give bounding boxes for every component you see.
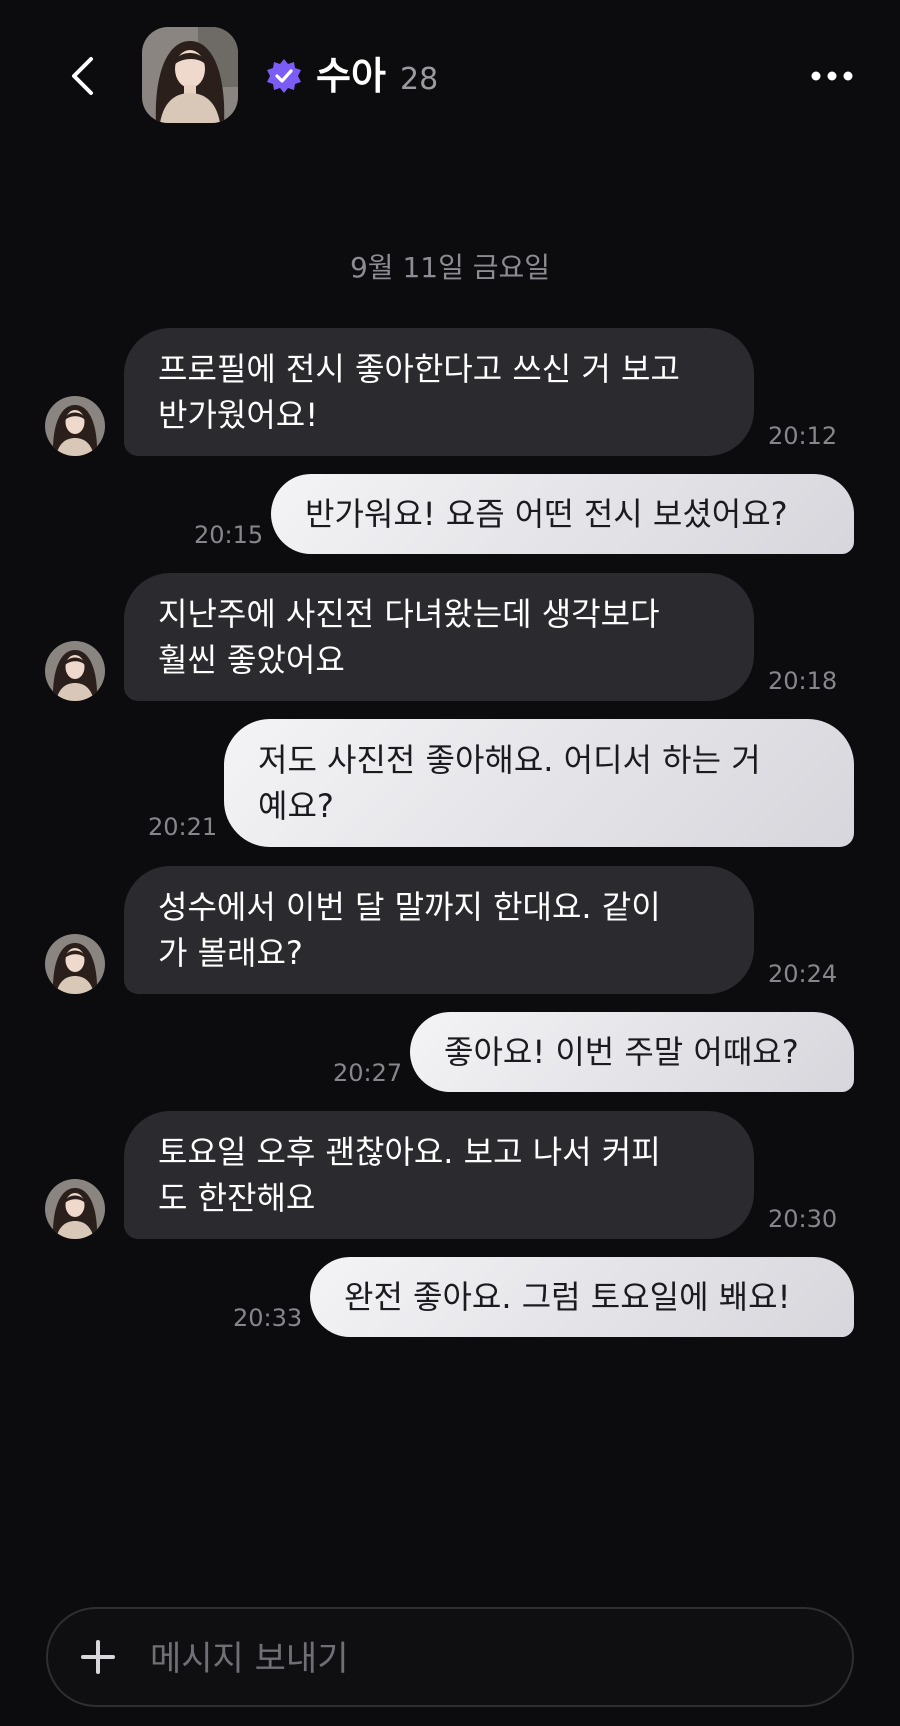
message-time: 20:21 (148, 813, 218, 841)
message-composer (46, 1607, 854, 1707)
plus-icon (81, 1640, 115, 1674)
more-options-button[interactable] (800, 56, 864, 96)
message-bubble[interactable]: 프로필에 전시 좋아한다고 쓰신 거 보고 반가웠어요! (124, 328, 754, 456)
more-horizontal-icon (811, 71, 853, 81)
message-time: 20:33 (233, 1304, 303, 1332)
message-bubble[interactable]: 성수에서 이번 달 말까지 한대요. 같이 가 볼래요? (124, 866, 754, 994)
profile-name[interactable]: 수아 (316, 52, 386, 100)
profile-avatar[interactable] (142, 27, 238, 123)
sender-avatar[interactable] (45, 934, 105, 994)
verified-badge-icon (267, 59, 301, 93)
message-bubble[interactable]: 좋아요! 이번 주말 어때요? (410, 1012, 854, 1092)
message-time: 20:15 (194, 521, 264, 549)
message-bubble[interactable]: 토요일 오후 괜찮아요. 보고 나서 커피 도 한잔해요 (124, 1111, 754, 1239)
sender-avatar[interactable] (45, 1179, 105, 1239)
chevron-left-icon (72, 57, 93, 95)
message-bubble[interactable]: 완전 좋아요. 그럼 토요일에 봬요! (310, 1257, 854, 1337)
message-bubble[interactable]: 저도 사진전 좋아해요. 어디서 하는 거 예요? (224, 719, 854, 847)
sender-avatar[interactable] (45, 641, 105, 701)
profile-age: 28 (400, 62, 439, 97)
chat-header: 수아 28 (0, 0, 900, 150)
message-time: 20:12 (768, 422, 838, 450)
attach-button[interactable] (74, 1633, 122, 1681)
date-separator: 9월 11일 금요일 (349, 251, 551, 284)
message-time: 20:30 (768, 1205, 838, 1233)
sender-avatar[interactable] (45, 396, 105, 456)
back-button[interactable] (60, 52, 104, 100)
message-time: 20:27 (333, 1059, 403, 1087)
message-time: 20:24 (768, 960, 838, 988)
message-time: 20:18 (768, 667, 838, 695)
message-input[interactable] (148, 1629, 812, 1689)
message-bubble[interactable]: 반가워요! 요즘 어떤 전시 보셨어요? (271, 474, 854, 554)
message-bubble[interactable]: 지난주에 사진전 다녀왔는데 생각보다 훨씬 좋았어요 (124, 573, 754, 701)
